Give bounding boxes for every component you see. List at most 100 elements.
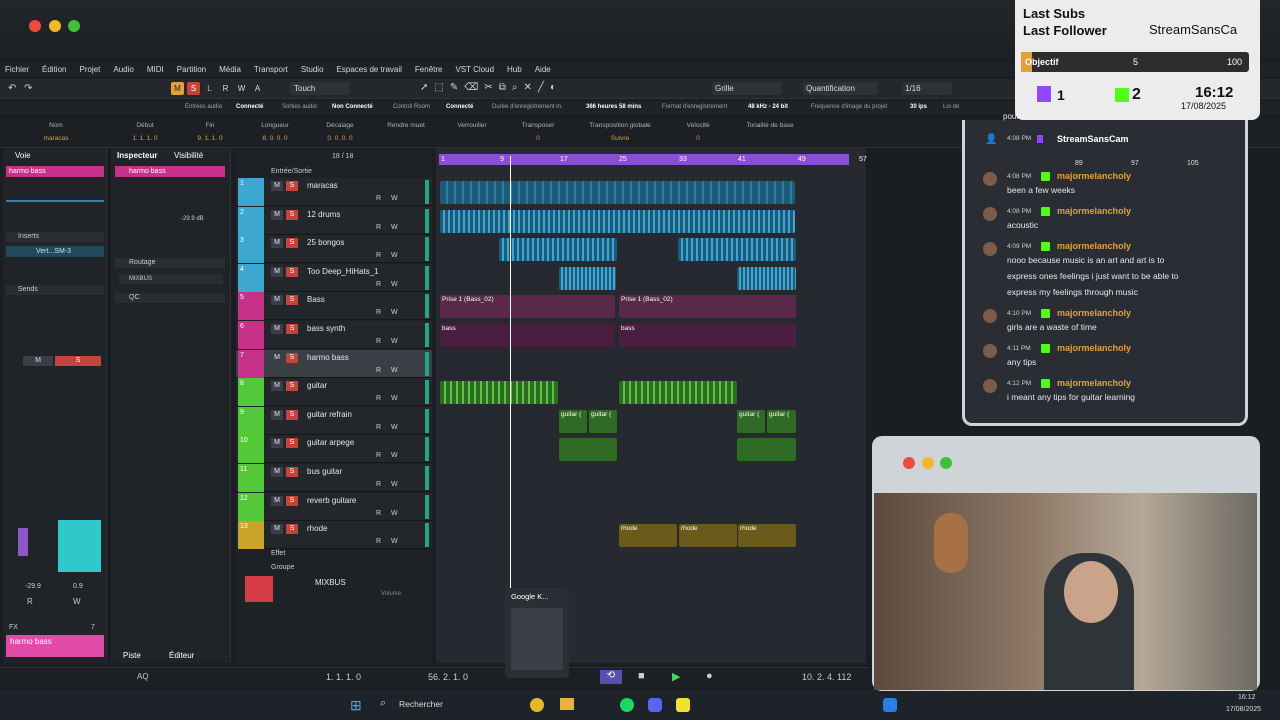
track-read-button[interactable]: R [376, 309, 381, 316]
menu-project[interactable]: Projet [74, 63, 108, 77]
insert-plugin-slot[interactable]: Vert...SM-3 [6, 246, 104, 257]
track-mute-button[interactable]: M [271, 524, 283, 535]
track-mute-button[interactable]: M [271, 409, 283, 420]
bongos-clip-2[interactable] [678, 238, 796, 262]
track-row[interactable]: 12 M Sreverb guitare R W [236, 492, 432, 521]
inserts-section[interactable]: Inserts [6, 232, 104, 242]
track-read-button[interactable]: R [376, 395, 381, 402]
webcam-minimize-button[interactable] [922, 457, 934, 469]
track-name[interactable]: harmo bass [307, 353, 349, 362]
chat-username[interactable]: majormelancholy [1057, 171, 1131, 181]
track-solo-button[interactable]: S [286, 295, 298, 306]
inspector-track-label[interactable]: harmo bass [115, 166, 225, 177]
time-display[interactable]: 10. 2. 4. 112 [802, 672, 851, 682]
track-row[interactable]: 7 M Sharmo bass R W [236, 349, 432, 378]
channel-write-button[interactable]: W [73, 597, 81, 606]
track-name[interactable]: guitar arpege [307, 438, 354, 447]
track-row[interactable]: 10 M Sguitar arpege R W [236, 435, 432, 464]
stop-button[interactable]: ■ [638, 670, 645, 682]
bass-clip-1[interactable]: Prise 1 (Bass_02) [440, 295, 615, 319]
write-mode-button[interactable]: W [235, 82, 248, 95]
folder-effects[interactable]: Effet [271, 550, 285, 557]
left-locator[interactable]: 1. 1. 1. 0 [326, 672, 361, 682]
guitar-arpege-clip-1[interactable] [559, 438, 617, 462]
webcam-maximize-button[interactable] [940, 457, 952, 469]
pencil-tool-icon[interactable]: ✎ [450, 82, 458, 95]
track-mute-button[interactable]: M [271, 352, 283, 363]
split-tool-icon[interactable]: ✂ [484, 82, 492, 95]
info-value-name[interactable]: maracas [26, 135, 86, 142]
track-solo-button[interactable]: S [286, 524, 298, 535]
taskbar-search[interactable]: Rechercher [399, 699, 443, 709]
track-row[interactable]: 13 M Srhode R W [236, 521, 432, 550]
sends-section[interactable]: Sends [6, 285, 104, 295]
track-mute-button[interactable]: M [271, 295, 283, 306]
tab-voie[interactable]: Voie [15, 151, 31, 160]
app-yellow-icon[interactable] [676, 698, 690, 712]
track-read-button[interactable]: R [376, 252, 381, 259]
track-solo-button[interactable]: S [286, 381, 298, 392]
track-read-button[interactable]: R [376, 452, 381, 459]
track-write-button[interactable]: W [391, 309, 398, 316]
channel-solo-button[interactable]: S [55, 356, 101, 366]
track-mute-button[interactable]: M [271, 438, 283, 449]
track-name[interactable]: 25 bongos [307, 238, 344, 247]
guitar-refrain-clip-4[interactable]: guitar ( [767, 409, 796, 433]
cycle-button[interactable]: ⟲ [600, 670, 622, 684]
track-row[interactable]: 2 M S 12 drums R W [236, 206, 432, 235]
cubase-icon[interactable] [883, 698, 897, 712]
track-mute-button[interactable]: M [271, 209, 283, 220]
drums-clip[interactable] [440, 209, 795, 233]
track-solo-button[interactable]: S [286, 352, 298, 363]
track-read-button[interactable]: R [376, 424, 381, 431]
routing-section[interactable]: Routage [115, 258, 225, 268]
solo-mode-button[interactable]: S [187, 82, 200, 95]
track-read-button[interactable]: R [376, 281, 381, 288]
track-read-button[interactable]: R [376, 195, 381, 202]
track-write-button[interactable]: W [391, 452, 398, 459]
chat-username[interactable]: majormelancholy [1057, 378, 1131, 388]
tab-inspector[interactable]: Inspecteur [117, 151, 157, 160]
folder-group[interactable]: Groupe [271, 564, 294, 571]
line-tool-icon[interactable]: ╱ [538, 82, 544, 95]
zoom-tool-icon[interactable]: ⌕ [512, 82, 518, 95]
bongos-clip-1[interactable] [499, 238, 617, 262]
track-write-button[interactable]: W [391, 367, 398, 374]
quantize-value-select[interactable]: 1/16 [902, 82, 952, 95]
menu-hub[interactable]: Hub [502, 63, 530, 77]
glue-tool-icon[interactable]: ⧉ [499, 82, 506, 95]
play-button[interactable]: ▶ [672, 670, 680, 683]
taskbar-preview-popup[interactable]: Google K... [505, 588, 569, 678]
track-solo-button[interactable]: S [286, 324, 298, 334]
search-icon[interactable]: ⌕ [380, 697, 386, 710]
chat-username[interactable]: majormelancholy [1057, 343, 1131, 353]
track-solo-button[interactable]: S [286, 467, 298, 477]
play-tool-icon[interactable]: ◐ [550, 82, 556, 95]
track-write-button[interactable]: W [391, 538, 398, 545]
grid-type-select[interactable]: Grille [712, 82, 782, 95]
track-name[interactable]: guitar refrain [307, 410, 352, 419]
track-name[interactable]: reverb guitare [307, 496, 356, 505]
track-row[interactable]: 4 M S Too Deep_HiHats_1 R W [236, 263, 432, 292]
info-value-global-transpose[interactable]: Suivre [590, 135, 650, 142]
chat-username[interactable]: majormelancholy [1057, 206, 1131, 216]
track-solo-button[interactable]: S [286, 495, 298, 506]
track-write-button[interactable]: W [391, 481, 398, 488]
track-mute-button[interactable]: M [271, 467, 283, 477]
menu-transport[interactable]: Transport [249, 63, 296, 77]
guitar-refrain-clip-1[interactable]: guitar ( [559, 409, 587, 433]
windows-start-icon[interactable]: ⊞ [350, 697, 362, 714]
menu-midi[interactable]: MIDI [142, 63, 172, 77]
tab-track[interactable]: Piste [123, 651, 141, 660]
guitar-refrain-clip-3[interactable]: guitar ( [737, 409, 765, 433]
io-folder-track[interactable]: Entrée/Sortie [271, 168, 312, 175]
routing-destination[interactable]: MIXBUS [119, 274, 223, 284]
playhead-cursor[interactable] [510, 156, 511, 646]
guitar-clip-2[interactable] [619, 381, 737, 405]
track-solo-button[interactable]: S [286, 209, 298, 220]
quantize-select[interactable]: Quantification [803, 82, 878, 95]
spotify-icon[interactable] [620, 698, 634, 712]
aq-label[interactable]: AQ [137, 672, 149, 681]
menu-studio[interactable]: Studio [296, 63, 332, 77]
guitar-arpege-clip-2[interactable] [737, 438, 796, 462]
